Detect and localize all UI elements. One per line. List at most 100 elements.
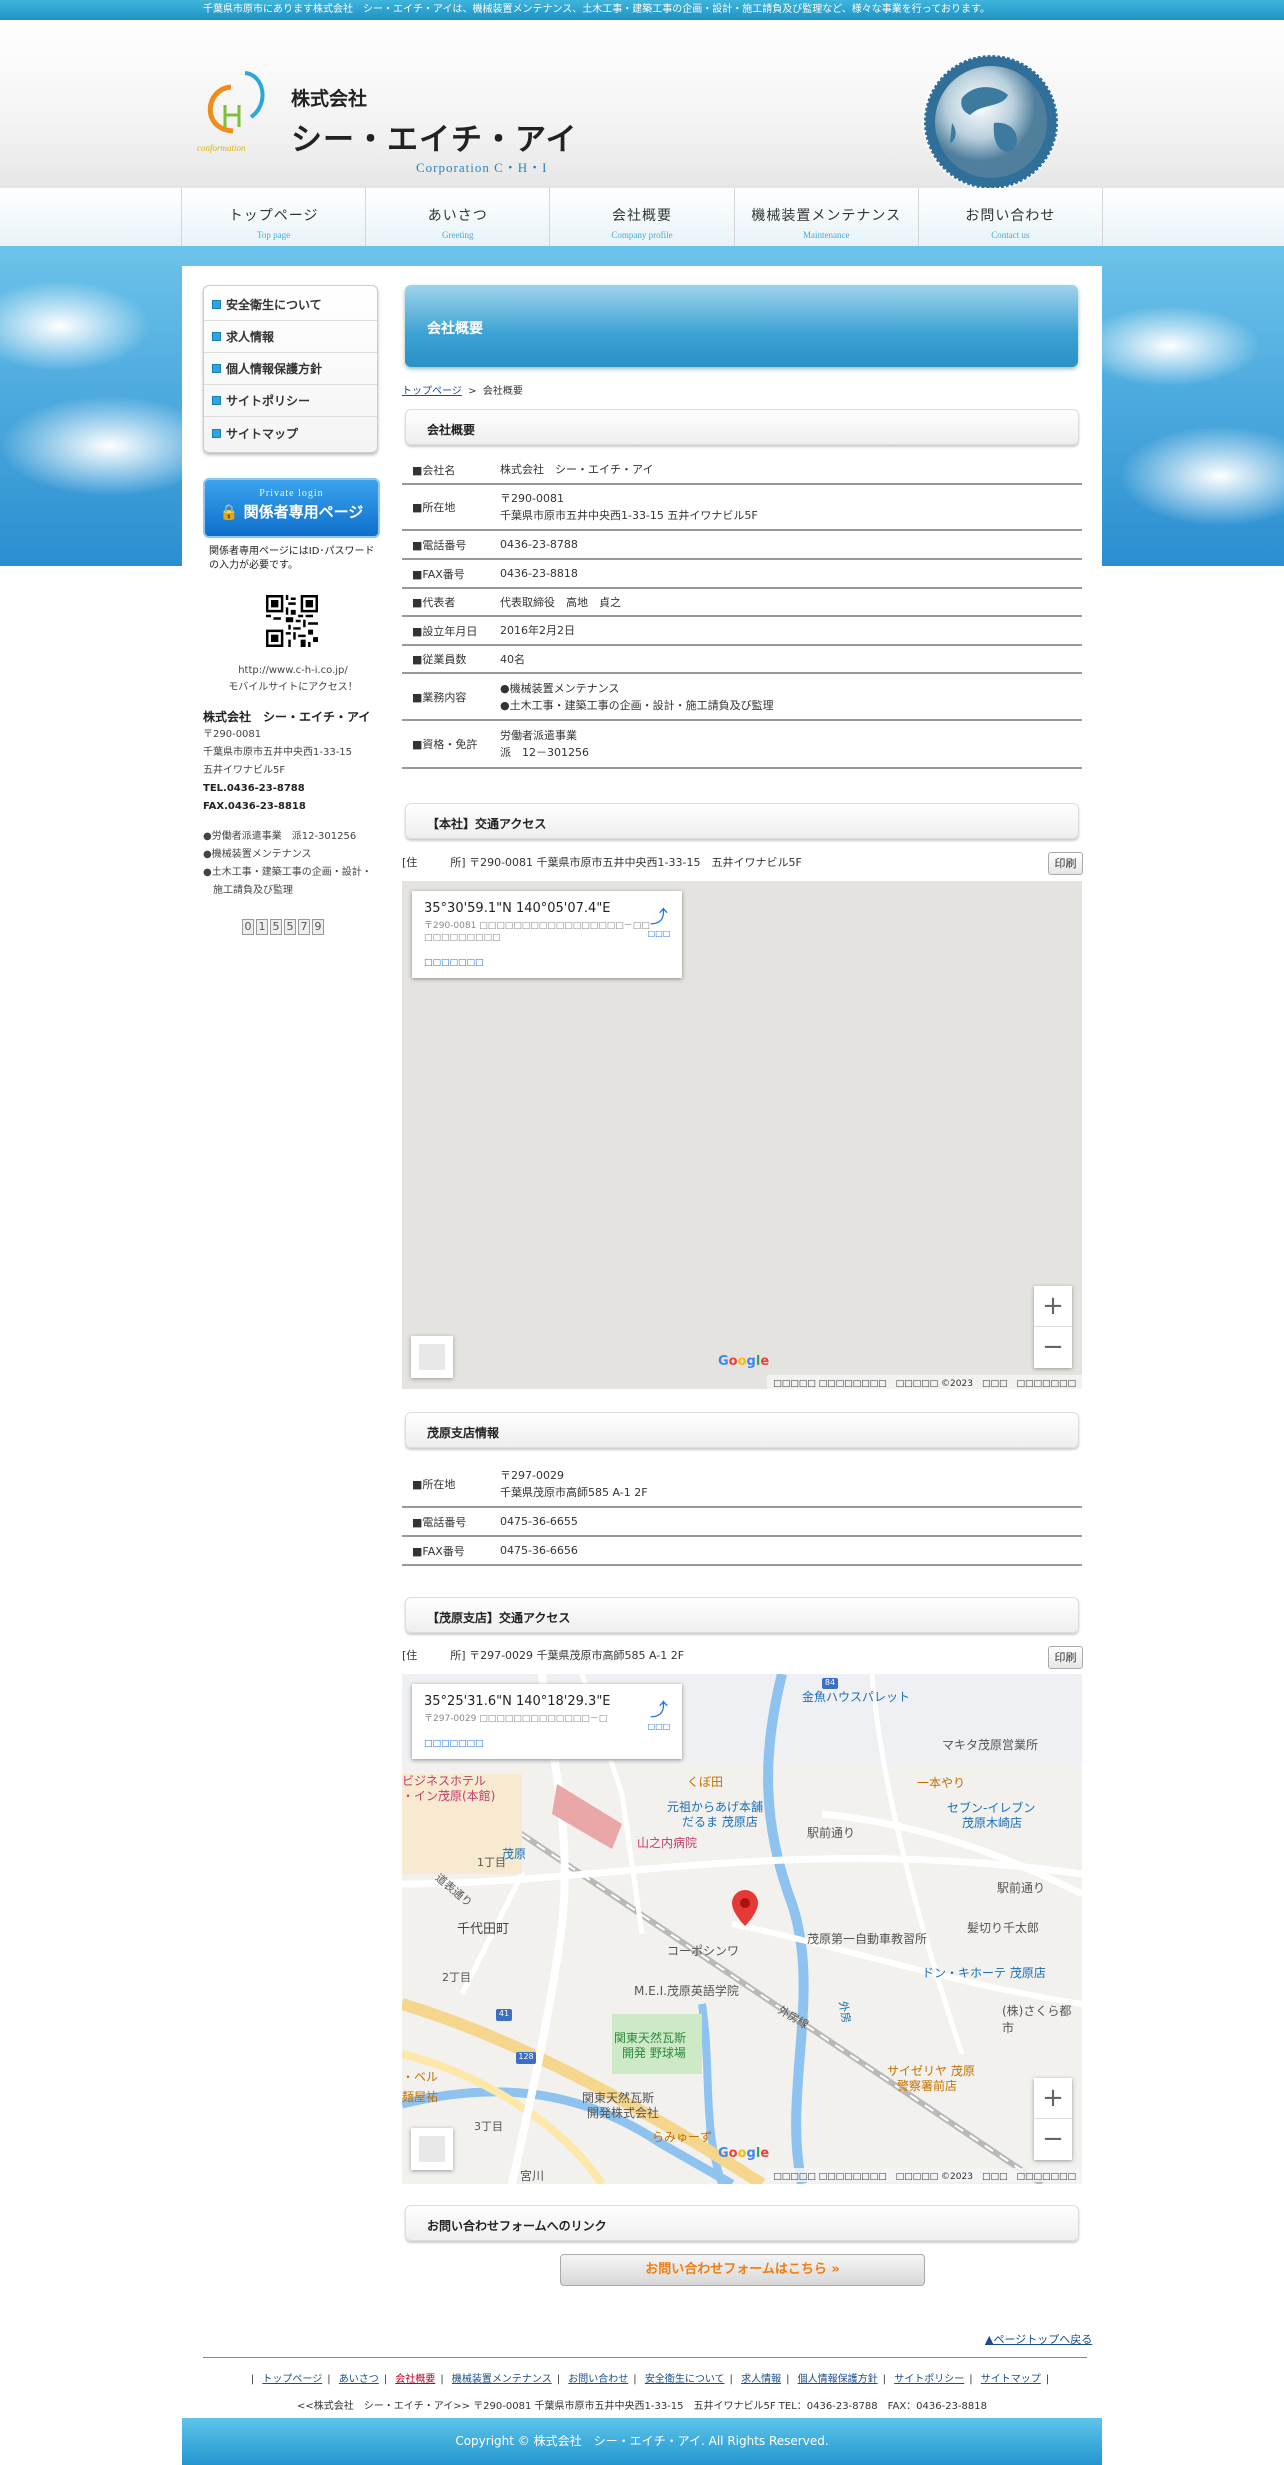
footer-link-sitemap[interactable]: サイトマップ	[981, 2374, 1041, 2385]
breadcrumb-home-link[interactable]: トップページ	[402, 386, 462, 397]
row-value: 0475-36-6655	[490, 1507, 1082, 1537]
sidebar-item-site-policy[interactable]: サイトポリシー	[204, 385, 377, 417]
company-name: シー・エイチ・アイ	[291, 122, 578, 158]
sidebar-zip: 〒290-0081	[203, 729, 262, 740]
contact-form-button[interactable]: お問い合わせフォームはこちら »	[560, 2254, 925, 2286]
bullet-icon	[212, 428, 221, 438]
nav-company-profile[interactable]: 会社概要 Company profile	[549, 188, 733, 246]
nav-sublabel: Contact us	[991, 230, 1030, 240]
sidebar-item-safety[interactable]: 安全衛生について	[204, 289, 377, 321]
footer-link-greeting[interactable]: あいさつ	[339, 2374, 379, 2385]
sidebar-item-sitemap[interactable]: サイトマップ	[204, 417, 377, 449]
nav-top[interactable]: トップページ Top page	[181, 188, 365, 246]
private-login-button[interactable]: Private login 🔒 関係者専用ページ	[203, 478, 380, 538]
zoom-controls: + −	[1034, 1286, 1072, 1368]
site-url: http://www.c-h-i.co.jp/	[238, 665, 348, 676]
table-row: ■電話番号 0475-36-6655	[402, 1507, 1082, 1537]
footer-link-company[interactable]: 会社概要	[395, 2374, 435, 2385]
map-label: 千代田町	[457, 1922, 510, 1937]
map-pin-icon[interactable]	[732, 1890, 758, 1926]
branch-map[interactable]: 84 金魚ハウスパレット マキタ茂原営業所 一本やり くぼ田 ビジネスホテル ・…	[402, 1674, 1082, 2184]
zoom-in-button[interactable]: +	[1034, 1286, 1072, 1327]
row-value: 0436-23-8788	[490, 530, 1082, 560]
nav-sublabel: Company profile	[611, 230, 673, 240]
counter-digit: 7	[298, 919, 310, 935]
route-marker: 41	[496, 2009, 512, 2021]
directions-button[interactable]: ⤴ □□□	[646, 903, 672, 938]
map-label: 一本やり	[917, 1776, 966, 1790]
sidebar-item-privacy[interactable]: 個人情報保護方針	[204, 353, 377, 385]
nav-label: あいさつ	[427, 208, 488, 224]
sidebar-tel: TEL.0436-23-8788	[203, 783, 305, 794]
zoom-out-button[interactable]: −	[1034, 2119, 1072, 2160]
sidebar-item-recruit[interactable]: 求人情報	[204, 321, 377, 353]
row-value: 40名	[490, 645, 1082, 674]
section-heading-contact-link: お問い合わせフォームへのリンク	[405, 2205, 1079, 2241]
directions-label: □□□	[647, 929, 671, 938]
table-row: ■FAX番号 0436-23-8818	[402, 559, 1082, 589]
sidebar-item-label: サイトポリシー	[226, 394, 311, 408]
hq-map[interactable]: 35°30'59.1"N 140°05'07.4"E 〒290-0081 □□□…	[402, 881, 1082, 1389]
counter-digit: 0	[242, 919, 254, 935]
nav-greeting[interactable]: あいさつ Greeting	[365, 188, 549, 246]
site-header: conformation 株式会社 シー・エイチ・アイ Corporation …	[0, 20, 1284, 191]
nav-sublabel: Maintenance	[802, 230, 850, 240]
map-label: だるま 茂原店	[682, 1815, 758, 1829]
row-value: 0475-36-6656	[490, 1536, 1082, 1566]
footer-link-top[interactable]: トップページ	[262, 2374, 322, 2385]
counter-digit: 9	[312, 919, 324, 935]
map-address: 〒297-0029 □□□□□□□□□□□□□－□	[424, 1714, 608, 1724]
footer-link-privacy[interactable]: 個人情報保護方針	[798, 2374, 878, 2385]
row-label: ■所在地	[402, 484, 490, 531]
map-label: (株)さくら都市	[1002, 2004, 1072, 2035]
zoom-in-button[interactable]: +	[1034, 2078, 1072, 2119]
nav-label: 会社概要	[612, 208, 672, 224]
print-button[interactable]: 印刷	[1048, 1646, 1083, 1669]
nav-label: お問い合わせ	[965, 208, 1056, 224]
map-label: 金魚ハウスパレット	[802, 1690, 911, 1704]
map-label: マキタ茂原営業所	[942, 1738, 1039, 1752]
footer-link-site-policy[interactable]: サイトポリシー	[894, 2374, 964, 2385]
sidebar-item-label: 個人情報保護方針	[226, 362, 323, 376]
map-label: 麺屋祐	[402, 2090, 439, 2104]
map-label: 1丁目	[477, 1856, 506, 1869]
company-logo[interactable]: conformation	[195, 65, 275, 155]
row-value: 〒297-0029 千葉県茂原市高師585 A-1 2F	[490, 1462, 1082, 1508]
section-heading-branch: 茂原支店情報	[405, 1412, 1079, 1448]
zoom-out-button[interactable]: −	[1034, 1327, 1072, 1368]
nav-maintenance[interactable]: 機械装置メンテナンス Maintenance	[733, 188, 918, 246]
row-value: 代表取締役 高地 貞之	[490, 588, 1082, 617]
hq-address: [住 所] 〒290-0081 千葉県市原市五井中央西1-33-15 五井イワナ…	[402, 856, 802, 869]
print-button[interactable]: 印刷	[1048, 852, 1083, 875]
map-label: 髪切り千太郎	[967, 1921, 1040, 1935]
directions-button[interactable]: ⤴ □□□	[646, 1696, 672, 1731]
qr-code-icon	[266, 595, 318, 647]
footer-link-safety[interactable]: 安全衛生について	[645, 2374, 725, 2385]
row-value: 0436-23-8818	[490, 559, 1082, 589]
map-larger-link[interactable]: □□□□□□□	[424, 958, 670, 968]
footer-link-contact[interactable]: お問い合わせ	[568, 2374, 628, 2385]
nav-contact[interactable]: お問い合わせ Contact us	[917, 188, 1104, 246]
footer-link-maintenance[interactable]: 機械装置メンテナンス	[452, 2374, 552, 2385]
sidebar-item-label: 求人情報	[226, 330, 275, 344]
row-label: ■FAX番号	[402, 559, 490, 589]
page-top-link[interactable]: ▲ページトップへ戻る	[985, 2331, 1092, 2347]
map-label: ・イン茂原(本館)	[402, 1789, 496, 1803]
map-label: 宮川	[520, 2169, 545, 2183]
row-label: ■FAX番号	[402, 1536, 490, 1566]
company-kind: 株式会社	[291, 88, 368, 110]
street-view-button[interactable]	[411, 2128, 453, 2170]
directions-icon: ⤴	[650, 907, 668, 928]
footer-nav: | トップページ | あいさつ | 会社概要 | 機械装置メンテナンス | お問い合わせ…	[250, 2374, 1050, 2385]
map-larger-link[interactable]: □□□□□□□	[424, 1739, 670, 1749]
breadcrumb-current: 会社概要	[482, 386, 523, 397]
street-view-button[interactable]	[411, 1336, 453, 1378]
sidebar-business-3b: 施工請負及び監理	[213, 885, 293, 896]
login-note: 関係者専用ページにはID･パスワードの入力が必要です。	[209, 546, 375, 571]
map-info-card: 35°25'31.6"N 140°18'29.3"E 〒297-0029 □□□…	[412, 1684, 682, 1759]
footer-link-recruit[interactable]: 求人情報	[741, 2374, 781, 2385]
counter-digit: 1	[256, 919, 268, 935]
footer-address: <<株式会社 シー・エイチ・アイ>> 〒290-0081 千葉県市原市五井中央西…	[296, 2401, 988, 2412]
map-coordinates: 35°25'31.6"N 140°18'29.3"E	[424, 1694, 611, 1709]
map-label: M.E.I.茂原英語学院	[634, 1984, 739, 1998]
